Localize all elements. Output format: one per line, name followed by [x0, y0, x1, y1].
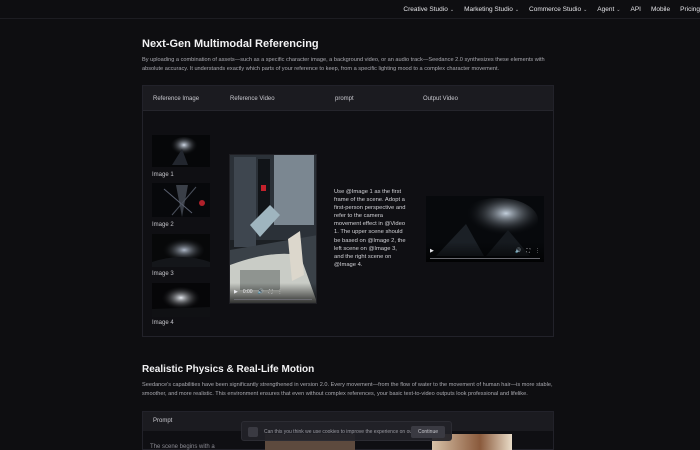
- image-label-2: Image 2: [152, 222, 174, 228]
- more-options-icon[interactable]: ⋮: [535, 248, 540, 254]
- image-label-1: Image 1: [152, 172, 174, 178]
- nav-item-mobile[interactable]: Mobile: [651, 6, 670, 13]
- volume-icon[interactable]: 🔊: [515, 248, 521, 254]
- column-header-reference-video: Reference Video: [230, 96, 275, 102]
- video-progress-bar[interactable]: [234, 298, 312, 300]
- cookie-icon: [248, 427, 258, 437]
- nav-item-api[interactable]: API: [630, 6, 640, 13]
- chevron-down-icon: ⌄: [583, 6, 588, 13]
- fullscreen-icon[interactable]: ⛶: [526, 248, 530, 254]
- video-progress-bar[interactable]: [430, 257, 540, 259]
- nav-item-commerce-studio[interactable]: Commerce Studio ⌄: [529, 6, 587, 13]
- physics-prompt-text: The scene begins with a: [150, 444, 215, 450]
- cookie-text: Can this you think we use cookies to imp…: [264, 429, 414, 435]
- chevron-down-icon: ⌄: [616, 6, 621, 13]
- column-header-reference-image: Reference Image: [153, 96, 200, 102]
- video-time: 0:00: [242, 289, 253, 295]
- reference-image-2: [152, 183, 210, 217]
- play-icon[interactable]: ▶: [234, 289, 238, 295]
- section-description-physics: Seedance's capabilities have been signif…: [142, 382, 553, 397]
- nav-item-marketing-studio[interactable]: Marketing Studio ⌄: [464, 6, 519, 13]
- column-header-output-video: Output Video: [423, 96, 458, 102]
- play-icon[interactable]: ▶: [430, 248, 434, 254]
- nav-item-agent[interactable]: Agent ⌄: [597, 6, 620, 13]
- reference-video-controls: ▶ 0:00 🔊 ⛶ ⋮: [230, 283, 316, 303]
- more-options-icon[interactable]: ⋮: [277, 289, 282, 295]
- fullscreen-icon[interactable]: ⛶: [269, 289, 273, 295]
- top-navigation: Creative Studio ⌄ Marketing Studio ⌄ Comme…: [0, 0, 700, 19]
- reference-video-frame: [230, 155, 316, 303]
- reference-image-3: [152, 234, 210, 267]
- volume-icon[interactable]: 🔊: [258, 289, 264, 295]
- output-video-player[interactable]: ▶ 🔊 ⛶ ⋮: [426, 196, 544, 262]
- column-header-prompt: Prompt: [153, 418, 173, 424]
- prompt-text: Use @Image 1 as the first frame of the s…: [334, 189, 406, 268]
- reference-image-1: [152, 135, 210, 167]
- column-header-prompt: prompt: [335, 96, 354, 102]
- output-video-controls: ▶ 🔊 ⛶ ⋮: [426, 242, 544, 262]
- section-description-multimodal: By uploading a combination of assets—suc…: [142, 57, 545, 72]
- chevron-down-icon: ⌄: [449, 6, 455, 13]
- cookie-banner: Can this you think we use cookies to imp…: [241, 421, 452, 441]
- image-label-4: Image 4: [152, 320, 174, 326]
- nav-menu: Creative Studio ⌄ Marketing Studio ⌄ Comme…: [403, 0, 700, 19]
- cookie-continue-button[interactable]: Continue: [411, 426, 445, 438]
- reference-table-header: Reference Image Reference Video prompt O…: [143, 86, 553, 111]
- section-title-multimodal: Next-Gen Multimodal Referencing: [142, 38, 319, 50]
- reference-image-4: [152, 283, 210, 317]
- nav-item-creative-studio[interactable]: Creative Studio ⌄: [403, 6, 454, 13]
- section-title-physics: Realistic Physics & Real-Life Motion: [142, 364, 315, 375]
- reference-video-player[interactable]: ▶ 0:00 🔊 ⛶ ⋮: [229, 154, 317, 304]
- nav-item-pricing[interactable]: Pricing: [680, 6, 700, 13]
- image-label-3: Image 3: [152, 271, 174, 277]
- chevron-down-icon: ⌄: [514, 6, 520, 13]
